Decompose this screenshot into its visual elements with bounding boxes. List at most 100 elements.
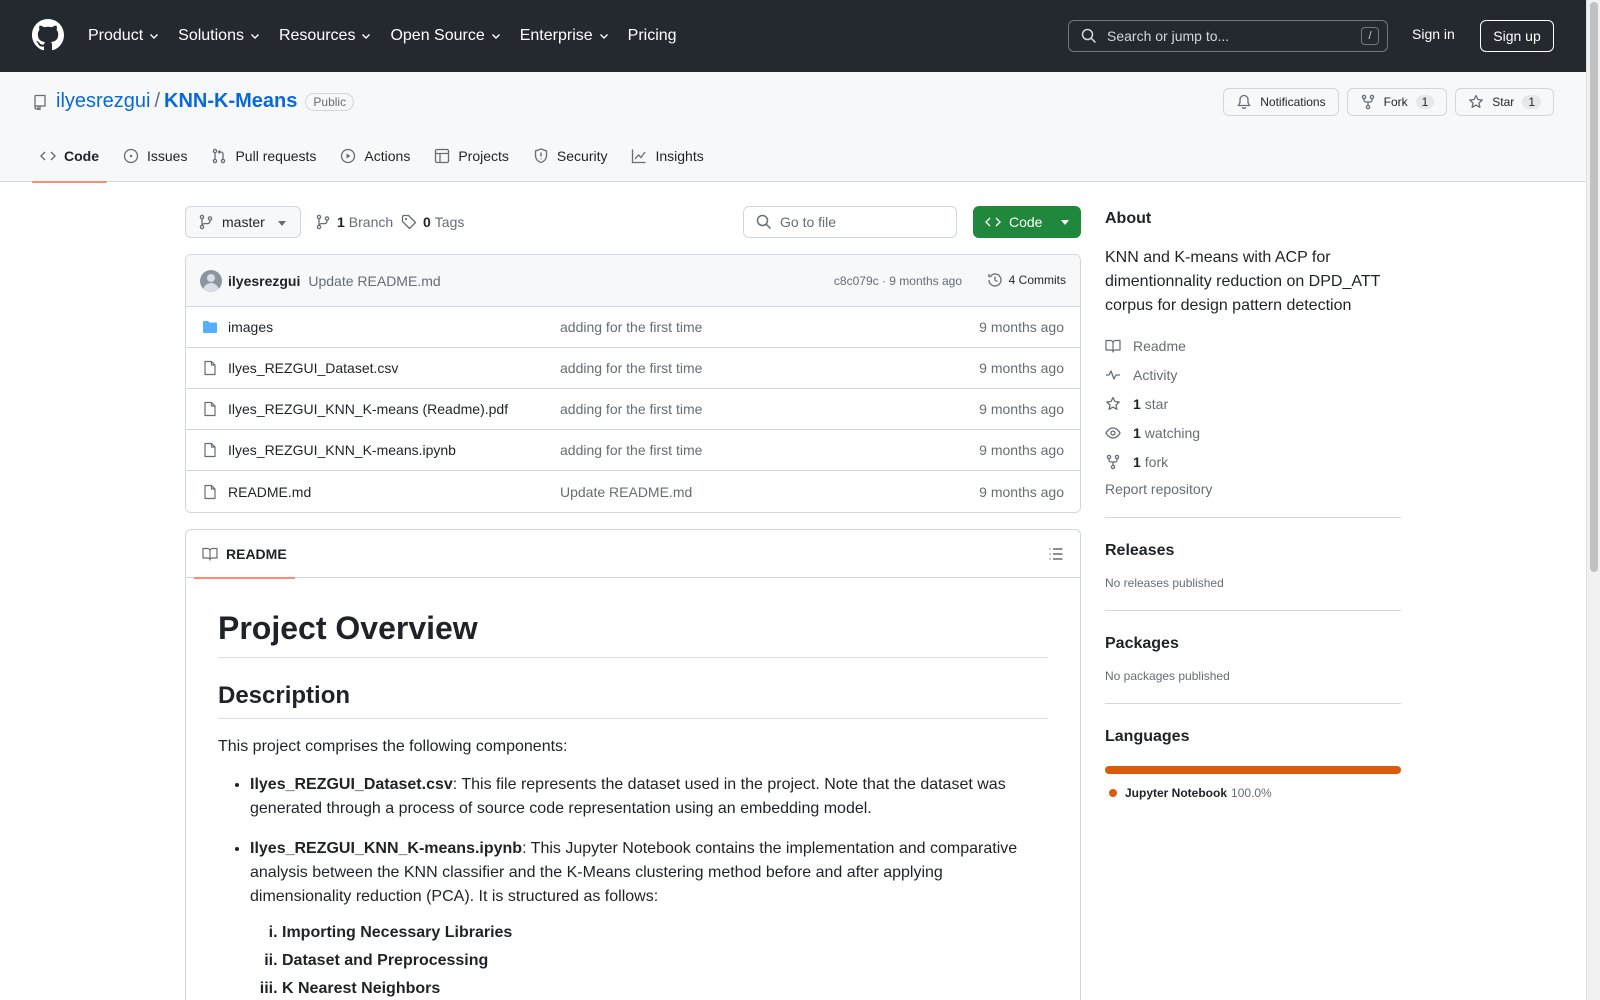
branch-select-button[interactable]: master	[185, 206, 301, 238]
table-row[interactable]: Ilyes_REZGUI_KNN_K-means.ipynb adding fo…	[186, 430, 1080, 471]
language-percent: 100.0%	[1231, 786, 1272, 800]
tag-count-value: 0	[423, 214, 431, 230]
repo-name-link[interactable]: KNN-K-Means	[164, 90, 297, 113]
sign-in-link[interactable]: Sign in	[1412, 26, 1455, 42]
branches-link[interactable]: 1 Branch	[315, 214, 393, 230]
readme-h2: Description	[218, 682, 1048, 719]
tab-issues-label: Issues	[147, 148, 188, 164]
nav-pricing-label: Pricing	[627, 27, 677, 44]
fork-button[interactable]: Fork 1	[1346, 88, 1448, 116]
tab-insights[interactable]: Insights	[623, 130, 711, 182]
commit-author-link[interactable]: ilyesrezgui	[228, 273, 300, 289]
packages-heading[interactable]: Packages	[1105, 635, 1401, 653]
go-to-file-input[interactable]: Go to file	[743, 206, 957, 238]
page-scrollbar[interactable]	[1586, 0, 1600, 1000]
file-commit-message[interactable]: Update README.md	[560, 484, 692, 500]
file-commit-message[interactable]: adding for the first time	[560, 442, 702, 458]
tab-code[interactable]: Code	[32, 130, 107, 183]
caret-down-icon	[1061, 220, 1069, 225]
readme-panel: README Project Overview Description This…	[185, 529, 1081, 1000]
outline-list-icon[interactable]	[1048, 546, 1064, 562]
star-button[interactable]: Star 1	[1455, 88, 1554, 116]
commits-history-link[interactable]: 4 Commits	[987, 272, 1066, 288]
file-commit-message[interactable]: adding for the first time	[560, 360, 702, 376]
nav-solutions-label: Solutions	[178, 27, 244, 44]
file-commit-message[interactable]: adding for the first time	[560, 319, 702, 335]
github-logo-icon[interactable]	[32, 19, 64, 51]
forks-link[interactable]: 1 fork	[1105, 452, 1401, 471]
readme-tab[interactable]: README	[194, 530, 295, 579]
visibility-badge: Public	[305, 92, 355, 111]
tab-actions-label: Actions	[364, 148, 411, 164]
nav-solutions[interactable]: Solutions	[178, 27, 261, 45]
readme-header: README	[186, 530, 1080, 579]
notifications-button[interactable]: Notifications	[1223, 88, 1339, 116]
sidebar-divider	[1105, 610, 1401, 611]
search-icon	[1081, 28, 1097, 44]
table-row[interactable]: Ilyes_REZGUI_Dataset.csv adding for the …	[186, 348, 1080, 389]
file-name-link[interactable]: Ilyes_REZGUI_Dataset.csv	[228, 360, 398, 376]
tab-pull-requests[interactable]: Pull requests	[203, 130, 324, 182]
scrollbar-thumb[interactable]	[1590, 2, 1598, 572]
nav-open-source[interactable]: Open Source	[390, 27, 501, 45]
table-row[interactable]: images adding for the first time 9 month…	[186, 307, 1080, 348]
search-icon	[756, 214, 772, 230]
list-item-bold: Ilyes_REZGUI_Dataset.csv	[250, 776, 453, 793]
eye-icon	[1105, 426, 1121, 439]
table-row[interactable]: README.md Update README.md 9 months ago	[186, 471, 1080, 512]
code-dropdown-button[interactable]: Code	[973, 206, 1081, 238]
nav-product[interactable]: Product	[88, 27, 160, 45]
watching-count: 1	[1133, 424, 1141, 441]
releases-heading[interactable]: Releases	[1105, 542, 1401, 560]
tags-link[interactable]: 0 Tags	[401, 214, 464, 230]
chevron-down-icon	[150, 34, 159, 39]
chevron-down-icon	[599, 34, 608, 39]
tab-security-label: Security	[556, 148, 608, 164]
pulse-icon	[1106, 369, 1120, 380]
fork-label: Fork	[1383, 95, 1408, 109]
repo-main: master 1 Branch 0 Tags Go to file Code i…	[185, 206, 1081, 1000]
language-item[interactable]: Jupyter Notebook 100.0%	[1105, 786, 1401, 800]
file-name-link[interactable]: README.md	[228, 484, 311, 500]
caret-down-icon	[278, 221, 286, 226]
readme-link[interactable]: Readme	[1105, 336, 1401, 355]
fork-icon	[1361, 94, 1374, 110]
nav-resources[interactable]: Resources	[279, 27, 372, 45]
file-commit-time: 9 months ago	[979, 319, 1064, 335]
nav-open-source-label: Open Source	[390, 27, 485, 44]
file-commit-time: 9 months ago	[979, 360, 1064, 376]
play-icon	[341, 148, 356, 164]
report-repository-link[interactable]: Report repository	[1105, 481, 1401, 497]
nav-enterprise[interactable]: Enterprise	[520, 27, 610, 45]
search-input[interactable]: Search or jump to... /	[1068, 20, 1388, 52]
readme-intro: This project comprises the following com…	[218, 738, 568, 755]
file-commit-message[interactable]: adding for the first time	[560, 401, 702, 417]
tab-issues[interactable]: Issues	[115, 130, 195, 182]
watchers-link[interactable]: 1 watching	[1105, 423, 1401, 442]
nav-resources-label: Resources	[278, 27, 356, 44]
file-icon	[204, 401, 216, 417]
language-bar-segment	[1105, 766, 1401, 774]
bell-icon	[1237, 94, 1251, 110]
file-name-link[interactable]: images	[228, 319, 273, 335]
sign-up-button[interactable]: Sign up	[1480, 20, 1554, 52]
stars-link[interactable]: 1 star	[1105, 394, 1401, 413]
commit-message-link[interactable]: Update README.md	[308, 273, 440, 289]
nav-product-label: Product	[88, 27, 144, 44]
tab-security[interactable]: Security	[525, 130, 616, 182]
about-description: KNN and K-means with ACP for dimentionna…	[1105, 249, 1381, 314]
tab-pull-requests-label: Pull requests	[235, 148, 317, 164]
notifications-label: Notifications	[1260, 95, 1326, 109]
commit-hash-time[interactable]: c8c079c · 9 months ago	[834, 274, 962, 288]
folder-icon	[203, 321, 217, 333]
repo-owner-link[interactable]: ilyesrezgui	[56, 90, 150, 113]
avatar[interactable]	[200, 269, 222, 292]
file-name-link[interactable]: Ilyes_REZGUI_KNN_K-means (Readme).pdf	[228, 401, 508, 417]
tab-actions[interactable]: Actions	[332, 130, 418, 182]
table-row[interactable]: Ilyes_REZGUI_KNN_K-means (Readme).pdf ad…	[186, 389, 1080, 430]
file-name-link[interactable]: Ilyes_REZGUI_KNN_K-means.ipynb	[228, 442, 456, 458]
nav-pricing[interactable]: Pricing	[628, 27, 677, 45]
activity-link[interactable]: Activity	[1105, 365, 1401, 384]
sidebar-divider	[1105, 517, 1401, 518]
tab-projects[interactable]: Projects	[426, 130, 517, 182]
